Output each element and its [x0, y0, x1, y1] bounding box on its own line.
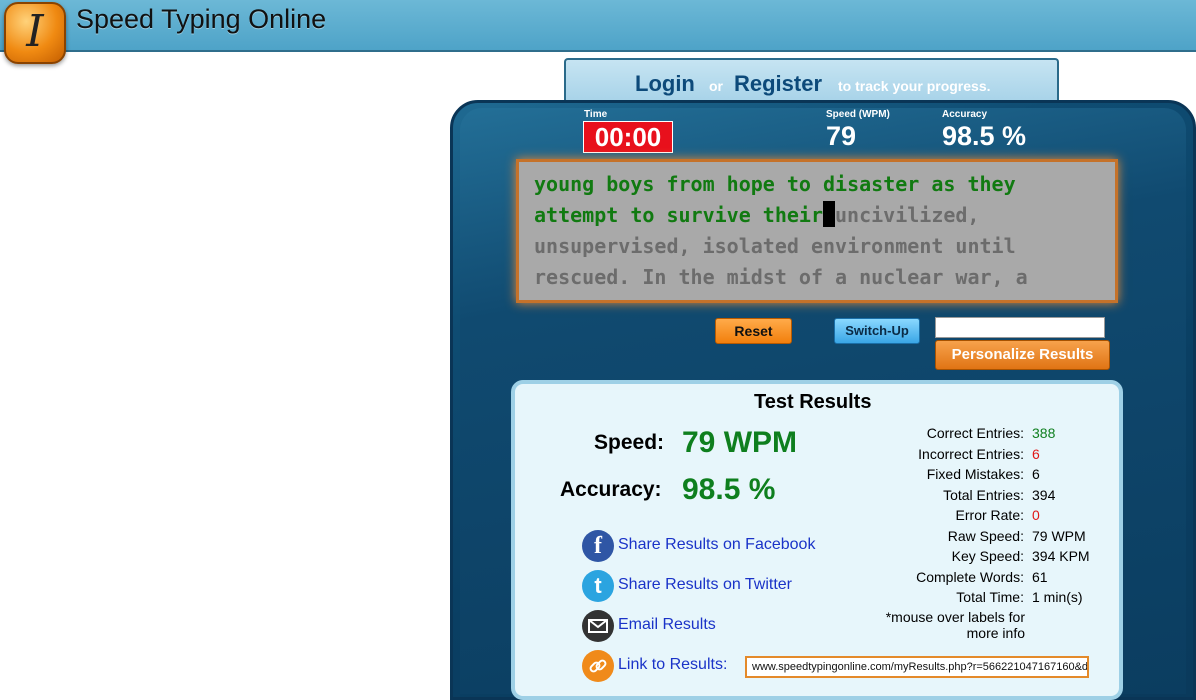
detail-label[interactable]: Raw Speed: [948, 528, 1024, 544]
speed-label: Speed (WPM) [826, 109, 890, 120]
results-accuracy-label: Accuracy: [560, 478, 662, 501]
accuracy-value: 98.5 % [942, 121, 1027, 151]
switch-up-button[interactable]: Switch-Up [834, 318, 920, 344]
mouse-over-note: *mouse over labels for more info [885, 609, 1025, 641]
detail-value: 6 [1032, 446, 1040, 462]
text-cursor [822, 201, 835, 227]
register-link[interactable]: Register [734, 71, 822, 97]
link-icon[interactable] [582, 650, 614, 682]
or-text: or [709, 78, 723, 94]
detail-label[interactable]: Fixed Mistakes: [927, 466, 1024, 482]
results-title: Test Results [754, 391, 872, 413]
detail-total-time: Total Time: 1 min(s) [860, 589, 1130, 609]
speed-value: 79 [826, 121, 857, 151]
results-accuracy-value: 98.5 % [682, 473, 776, 506]
results-speed-label: Speed: [594, 431, 665, 454]
detail-value: 388 [1032, 425, 1056, 441]
email-icon[interactable] [582, 610, 614, 642]
timer-display: 00:00 [583, 121, 673, 153]
detail-label[interactable]: Incorrect Entries: [918, 446, 1024, 462]
link-results-label: Link to Results: [618, 656, 728, 673]
detail-total-entries: Total Entries: 394 [860, 487, 1130, 507]
detail-label[interactable]: Total Time: [956, 589, 1024, 605]
detail-error-rate: Error Rate: 0 [860, 507, 1130, 527]
personalize-name-input[interactable] [935, 317, 1105, 338]
typing-text-area[interactable]: young boys from hope to disaster as they… [516, 159, 1118, 303]
detail-incorrect-entries: Incorrect Entries: 6 [860, 446, 1130, 466]
reset-button[interactable]: Reset [715, 318, 792, 344]
detail-value: 1 min(s) [1032, 589, 1083, 605]
detail-key-speed: Key Speed: 394 KPM [860, 548, 1130, 568]
site-title[interactable]: Speed Typing Online [76, 4, 326, 35]
personalize-results-button[interactable]: Personalize Results [935, 340, 1110, 370]
email-results-link[interactable]: Email Results [618, 616, 716, 634]
detail-value: 61 [1032, 569, 1048, 585]
detail-label[interactable]: Total Entries: [943, 487, 1024, 503]
detail-value: 0 [1032, 507, 1040, 523]
typing-text: young boys from hope to disaster as they… [534, 169, 1104, 293]
logo-glyph: I [26, 6, 44, 57]
accuracy-label: Accuracy [942, 109, 988, 120]
detail-label[interactable]: Correct Entries: [927, 425, 1024, 441]
detail-value: 79 WPM [1032, 528, 1086, 544]
detail-label[interactable]: Complete Words: [916, 569, 1024, 585]
time-label: Time [584, 109, 608, 120]
track-progress-text: to track your progress. [838, 78, 991, 94]
detail-fixed-mistakes: Fixed Mistakes: 6 [860, 466, 1130, 486]
timer-value: 00:00 [594, 122, 662, 152]
login-link[interactable]: Login [635, 71, 695, 97]
detail-complete-words: Complete Words: 61 [860, 569, 1130, 589]
detail-label[interactable]: Key Speed: [952, 548, 1024, 564]
results-speed-value: 79 WPM [682, 426, 798, 459]
detail-label[interactable]: Error Rate: [956, 507, 1024, 523]
share-facebook-link[interactable]: Share Results on Facebook [618, 536, 815, 554]
share-twitter-link[interactable]: Share Results on Twitter [618, 576, 792, 594]
detail-value: 394 [1032, 487, 1056, 503]
site-logo[interactable]: I [4, 2, 66, 64]
facebook-icon[interactable]: f [582, 530, 614, 562]
detail-correct-entries: Correct Entries: 388 [860, 425, 1130, 445]
detail-value: 6 [1032, 466, 1040, 482]
login-tab: Login or Register to track your progress… [564, 58, 1059, 104]
twitter-icon[interactable]: t [582, 570, 614, 602]
detail-value: 394 KPM [1032, 548, 1090, 564]
results-link-field[interactable]: www.speedtypingonline.com/myResults.php?… [745, 656, 1089, 678]
detail-raw-speed: Raw Speed: 79 WPM [860, 528, 1130, 548]
